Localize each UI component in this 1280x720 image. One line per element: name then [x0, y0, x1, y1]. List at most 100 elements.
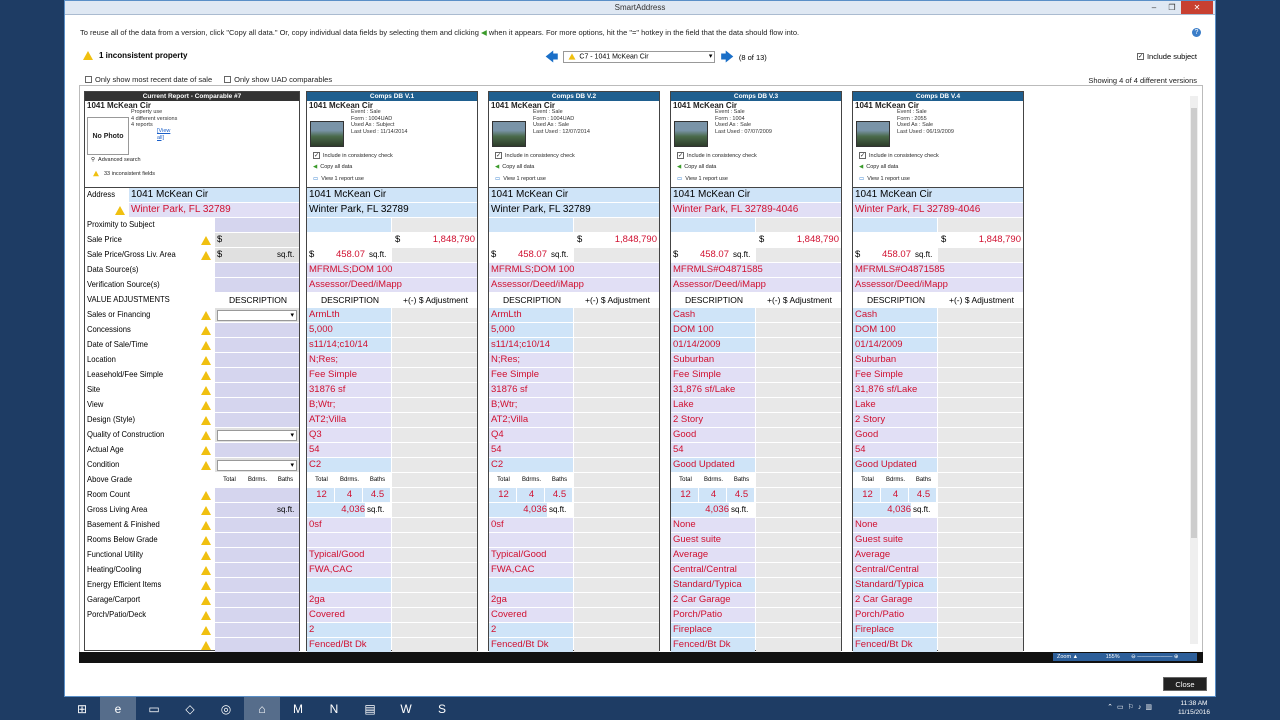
cell-value[interactable]: [307, 233, 391, 247]
cell-value[interactable]: sq.ft.: [911, 503, 937, 517]
cell-value[interactable]: 31876 sf: [307, 383, 391, 397]
checkbox[interactable]: ✓: [495, 152, 502, 159]
cell-value[interactable]: Typical/Good: [489, 548, 573, 562]
row-value[interactable]: [215, 338, 299, 352]
cell-value[interactable]: [938, 323, 1023, 337]
cell-value[interactable]: Suburban: [853, 353, 937, 367]
cell-value[interactable]: $: [393, 233, 403, 247]
row-value[interactable]: [215, 278, 299, 292]
cell-value[interactable]: [489, 218, 573, 232]
cell-value[interactable]: Central/Central: [853, 563, 937, 577]
cell-value[interactable]: Fenced/Bt Dk: [853, 638, 937, 652]
cell-value[interactable]: Baths: [363, 473, 390, 487]
cell-value[interactable]: [853, 233, 937, 247]
cell-value[interactable]: [392, 353, 477, 367]
row-value[interactable]: [215, 353, 299, 367]
system-tray[interactable]: ⌃▭⚐♪▥: [1107, 703, 1156, 711]
cell-value[interactable]: [574, 503, 659, 517]
report-icon[interactable]: ▭: [495, 176, 500, 182]
cell-value[interactable]: Baths: [909, 473, 936, 487]
cell-value[interactable]: Total: [853, 473, 880, 487]
cell-value[interactable]: +(-) $ Adjustment: [756, 293, 841, 307]
copy-arrow-icon[interactable]: ◀: [859, 164, 863, 170]
row-value[interactable]: [215, 623, 299, 637]
close-button[interactable]: Close: [1163, 677, 1207, 691]
cell-value[interactable]: Good Updated: [671, 458, 755, 472]
cell-value[interactable]: [574, 488, 659, 502]
row-value[interactable]: [215, 323, 299, 337]
cell-value[interactable]: 12: [489, 488, 516, 502]
cell-value[interactable]: Covered: [307, 608, 391, 622]
cell-value[interactable]: Average: [671, 548, 755, 562]
cell-value[interactable]: AT2;Villa: [307, 413, 391, 427]
cell-value[interactable]: Lake: [671, 398, 755, 412]
cell-value[interactable]: 2: [307, 623, 391, 637]
cell-value[interactable]: [938, 353, 1023, 367]
cell-value[interactable]: Standard/Typica: [671, 578, 755, 592]
cell-value[interactable]: [938, 488, 1023, 502]
cell-value[interactable]: 31876 sf: [489, 383, 573, 397]
onenote-icon[interactable]: N: [316, 697, 352, 720]
cell-value[interactable]: 4.5: [545, 488, 572, 502]
cell-value[interactable]: [756, 218, 841, 232]
cell-value[interactable]: sq.ft.: [547, 503, 573, 517]
cell-value[interactable]: Fenced/Bt Dk: [671, 638, 755, 652]
cell-value[interactable]: Q3: [307, 428, 391, 442]
zoom-slider[interactable]: ⊖ ───────── ⊕: [1131, 654, 1178, 660]
cell-value[interactable]: DESCRIPTION: [853, 293, 937, 307]
cell-value[interactable]: MFRMLS;DOM 100: [489, 263, 659, 277]
row-value[interactable]: [215, 638, 299, 652]
cell-value[interactable]: [756, 413, 841, 427]
row-value[interactable]: [215, 563, 299, 577]
cell-value[interactable]: $: [671, 248, 681, 262]
cell-value[interactable]: [938, 308, 1023, 322]
cell-value[interactable]: [938, 638, 1023, 652]
include-check[interactable]: ✓ Include in consistency check: [859, 152, 939, 159]
include-subject-checkbox[interactable]: ✓: [1136, 53, 1144, 60]
cell-value[interactable]: [574, 218, 659, 232]
cell-value[interactable]: [574, 248, 659, 262]
cell-value[interactable]: [392, 638, 477, 652]
cell-value[interactable]: DESCRIPTION: [671, 293, 755, 307]
cell-value[interactable]: 54: [307, 443, 391, 457]
cell-value[interactable]: [392, 398, 477, 412]
cell-value[interactable]: [756, 308, 841, 322]
cell-value[interactable]: Baths: [545, 473, 572, 487]
cell-value[interactable]: [938, 458, 1023, 472]
cell-value[interactable]: $: [307, 248, 317, 262]
checkbox[interactable]: ✓: [677, 152, 684, 159]
cell-value[interactable]: [392, 488, 477, 502]
view-report[interactable]: ▭ View 1 report use: [859, 176, 910, 182]
recent-sale-checkbox[interactable]: [85, 76, 92, 83]
cell-value[interactable]: [756, 428, 841, 442]
cell-value[interactable]: [574, 428, 659, 442]
cell-value[interactable]: [938, 623, 1023, 637]
scroll-thumb[interactable]: [1191, 108, 1197, 538]
start-icon[interactable]: ⊞: [64, 697, 100, 720]
cell-value[interactable]: 2 Story: [853, 413, 937, 427]
cell-value[interactable]: 31,876 sf/Lake: [671, 383, 755, 397]
cell-value[interactable]: 2ga: [489, 593, 573, 607]
row-value[interactable]: [215, 518, 299, 532]
cell-value[interactable]: [392, 533, 477, 547]
copy-all-data[interactable]: ◀ Copy all data: [859, 164, 898, 170]
ie-icon[interactable]: e: [100, 697, 136, 720]
row-value[interactable]: [215, 233, 299, 247]
cell-value[interactable]: [938, 563, 1023, 577]
cell-value[interactable]: [574, 338, 659, 352]
cell-value[interactable]: 4,036: [307, 503, 365, 517]
comparable-select[interactable]: C7 - 1041 McKean Cir: [563, 51, 716, 63]
row-value[interactable]: [215, 608, 299, 622]
cell-value[interactable]: [938, 608, 1023, 622]
advanced-search[interactable]: ⚲ Advanced search: [91, 157, 141, 163]
cell-value[interactable]: [938, 218, 1023, 232]
cell-value[interactable]: 2 Story: [671, 413, 755, 427]
cell-value[interactable]: Guest suite: [853, 533, 937, 547]
zoom-control[interactable]: Zoom ▲ 155% ⊖ ───────── ⊕: [1053, 653, 1197, 661]
cell-value[interactable]: sq.ft.: [729, 503, 755, 517]
cell-value[interactable]: [756, 638, 841, 652]
cell-value[interactable]: 4.5: [909, 488, 936, 502]
cell-value[interactable]: [756, 398, 841, 412]
cell-value[interactable]: Suburban: [671, 353, 755, 367]
cell-value[interactable]: [574, 623, 659, 637]
